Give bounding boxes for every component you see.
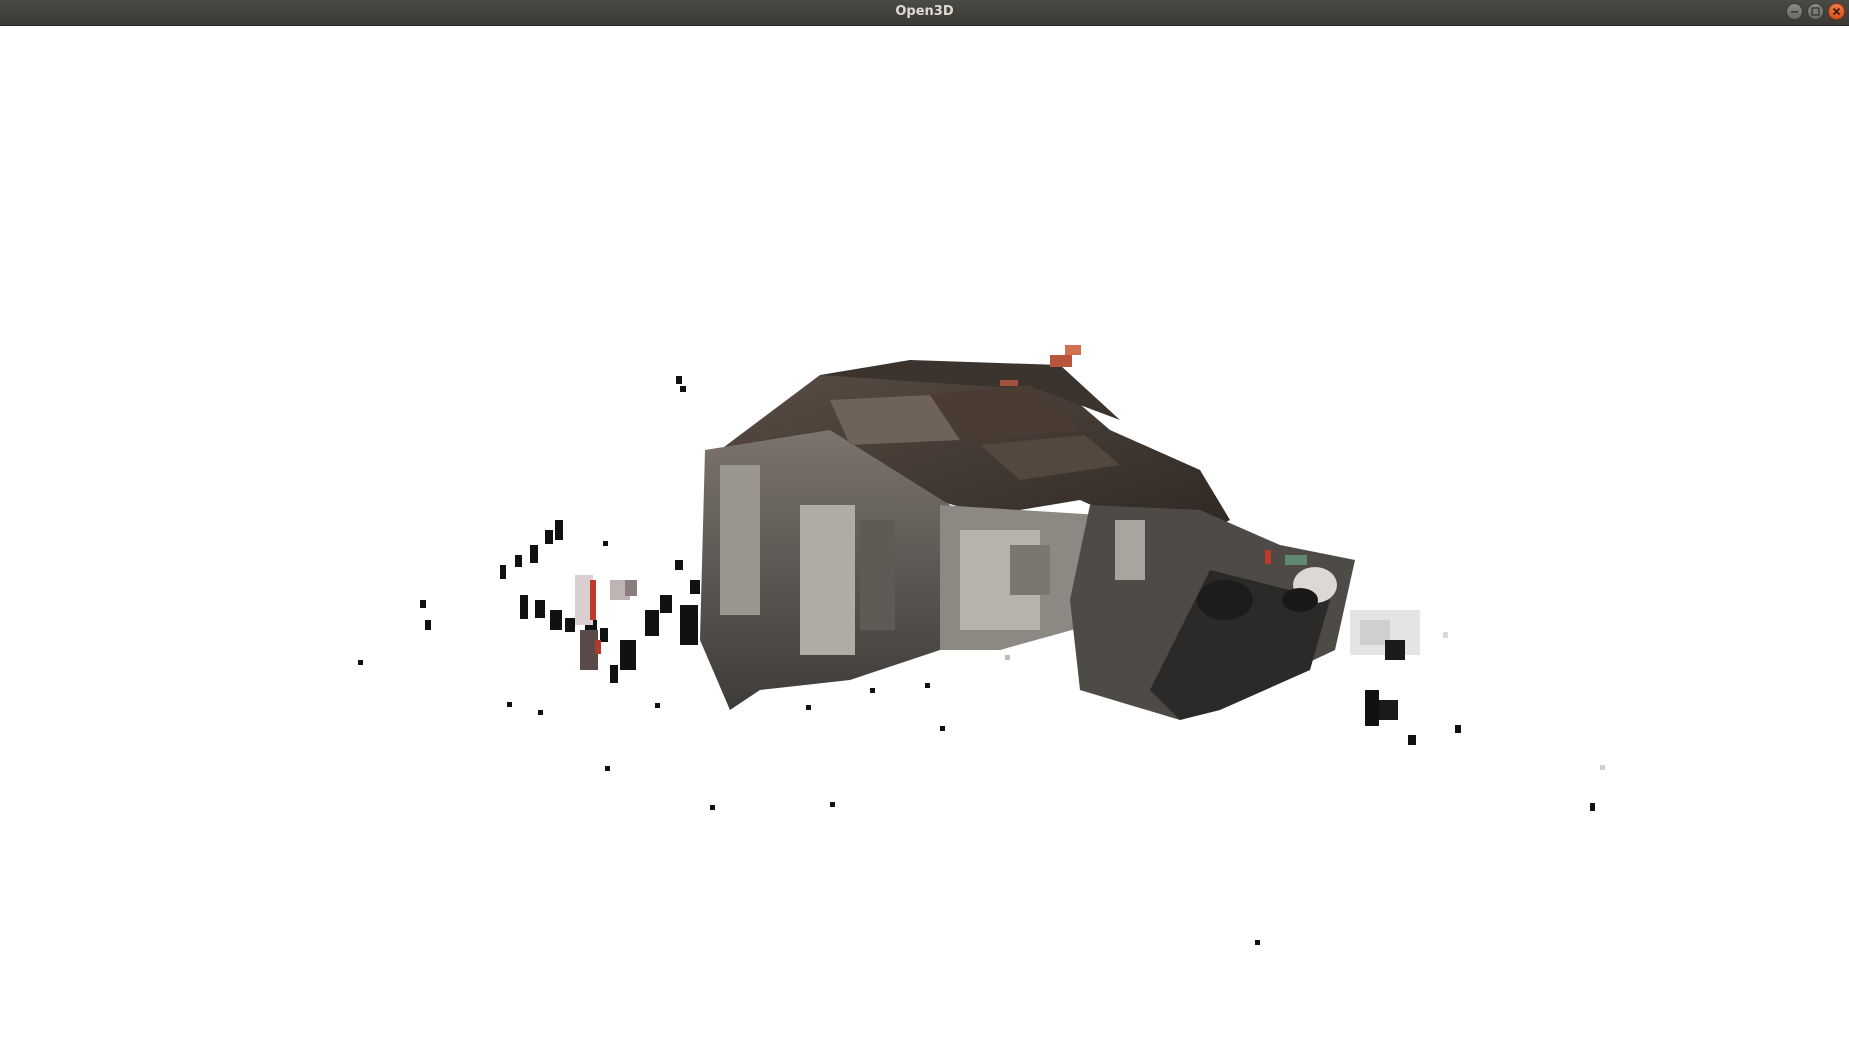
minimize-button[interactable] xyxy=(1786,3,1803,20)
scan-body xyxy=(700,345,1355,720)
maximize-button[interactable] xyxy=(1807,3,1824,20)
point-cloud xyxy=(358,345,1605,945)
window-titlebar[interactable]: Open3D xyxy=(0,0,1849,26)
close-button[interactable] xyxy=(1828,3,1845,20)
render-viewport[interactable] xyxy=(0,26,1849,1046)
minimize-icon xyxy=(1791,11,1798,13)
close-icon xyxy=(1832,7,1841,16)
maximize-icon xyxy=(1811,7,1820,16)
window-title: Open3D xyxy=(895,4,954,19)
